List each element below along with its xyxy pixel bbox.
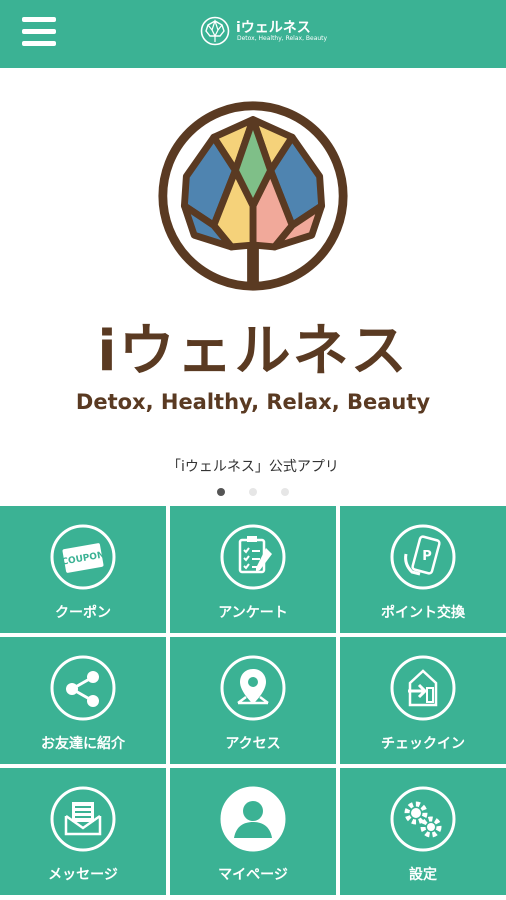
carousel-dot-3[interactable] <box>281 488 289 496</box>
hero-brand-name: iウェルネス <box>97 319 409 384</box>
menu-grid: COUPON クーポン アンケート P ポイント交換 お友達に紹介 アクセス チ… <box>0 504 506 900</box>
checkin-label: チェックイン <box>381 736 465 752</box>
brand-logo-icon <box>200 16 230 46</box>
survey-label: アンケート <box>218 605 288 621</box>
carousel-dot-1[interactable] <box>217 488 225 496</box>
access-button[interactable]: アクセス <box>170 637 336 764</box>
carousel-dots <box>217 488 297 498</box>
point-exchange-button[interactable]: P ポイント交換 <box>340 506 506 633</box>
svg-text:P: P <box>422 549 432 564</box>
envelope-icon <box>50 786 116 852</box>
menu-icon[interactable] <box>22 17 56 47</box>
checkin-icon <box>390 655 456 721</box>
coupon-label: クーポン <box>55 605 111 621</box>
checkin-button[interactable]: チェックイン <box>340 637 506 764</box>
coupon-icon: COUPON <box>50 524 116 590</box>
message-button[interactable]: メッセージ <box>0 768 166 895</box>
clipboard-icon <box>220 524 286 590</box>
settings-button[interactable]: 設定 <box>340 768 506 895</box>
header-subtitle: Detox, Healthy, Relax, Beauty <box>237 35 328 42</box>
settings-label: 設定 <box>409 867 437 883</box>
gears-icon <box>390 786 456 852</box>
point-exchange-icon: P <box>390 524 456 590</box>
mypage-label: マイページ <box>218 867 288 883</box>
hero-banner[interactable]: iウェルネス Detox, Healthy, Relax, Beauty 「iウ… <box>0 68 506 504</box>
survey-button[interactable]: アンケート <box>170 506 336 633</box>
mypage-button[interactable]: マイページ <box>170 768 336 895</box>
share-icon <box>50 655 116 721</box>
point-exchange-label: ポイント交換 <box>381 605 465 621</box>
user-icon <box>220 786 286 852</box>
refer-friend-label: お友達に紹介 <box>41 736 125 752</box>
header-title: iウェルネス <box>236 20 311 36</box>
access-label: アクセス <box>225 736 281 752</box>
coupon-button[interactable]: COUPON クーポン <box>0 506 166 633</box>
refer-friend-button[interactable]: お友達に紹介 <box>0 637 166 764</box>
hero-caption: 「iウェルネス」公式アプリ <box>167 459 339 475</box>
brand-emblem-icon <box>158 101 348 291</box>
hero-tagline: Detox, Healthy, Relax, Beauty <box>75 390 431 414</box>
message-label: メッセージ <box>48 867 118 883</box>
top-bar: iウェルネス Detox, Healthy, Relax, Beauty <box>0 0 506 68</box>
map-pin-icon <box>220 655 286 721</box>
carousel-dot-2[interactable] <box>249 488 257 496</box>
